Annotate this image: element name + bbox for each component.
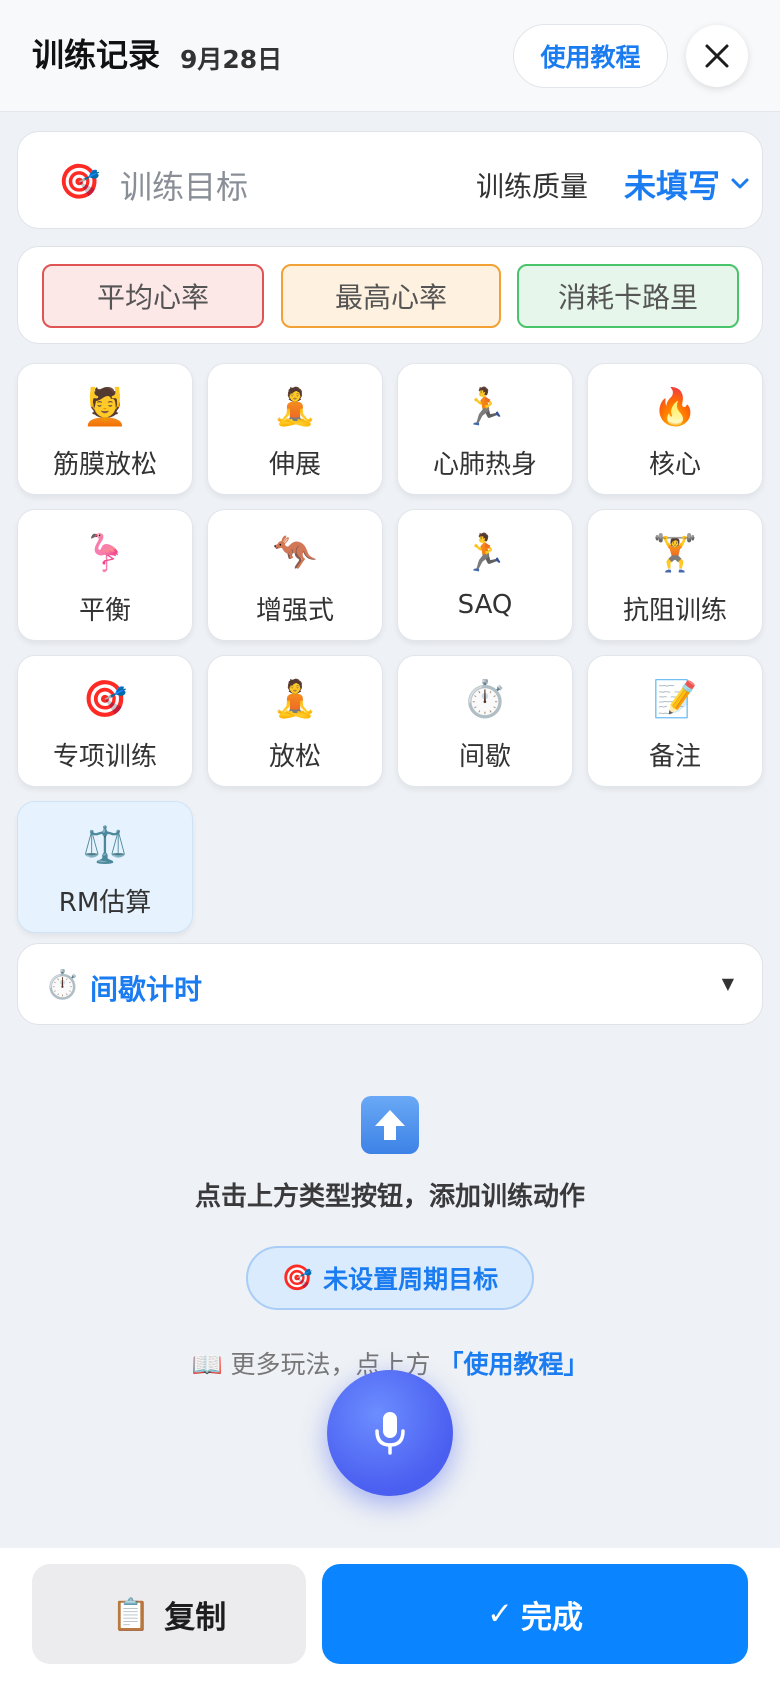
category-label: 核心 — [648, 450, 701, 480]
close-button[interactable] — [686, 25, 748, 87]
max-heart-rate-button[interactable]: 最高心率 — [281, 264, 501, 328]
interval-timer-label: 间歇计时 — [90, 973, 203, 1006]
category-label: SAQ — [457, 590, 513, 620]
copy-label: 复制 — [164, 1599, 227, 1636]
quality-select[interactable]: 未填写 — [624, 161, 750, 207]
tutorial-link[interactable]: 「使用教程」 — [439, 1350, 589, 1379]
category-label: 伸展 — [268, 450, 321, 480]
running-icon: 🏃 — [462, 533, 508, 574]
clipboard-icon: 📋 — [111, 1596, 151, 1633]
category-balance[interactable]: 🦩 平衡 — [17, 509, 193, 641]
category-core[interactable]: 🔥 核心 — [587, 363, 763, 495]
category-plyometric[interactable]: 🦘 增强式 — [207, 509, 383, 641]
avg-heart-rate-button[interactable]: 平均心率 — [42, 264, 264, 328]
category-label: 放松 — [268, 742, 321, 772]
cycle-goal-button[interactable]: 🎯 未设置周期目标 — [246, 1246, 534, 1310]
calories-button[interactable]: 消耗卡路里 — [517, 264, 739, 328]
done-button[interactable]: ✓ 完成 — [322, 1564, 748, 1664]
category-label: 筋膜放松 — [52, 450, 157, 480]
category-label: 间歇 — [458, 742, 511, 772]
category-specialized[interactable]: 🎯 专项训练 — [17, 655, 193, 787]
chevron-down-icon — [731, 178, 749, 189]
microphone-icon — [375, 1412, 405, 1455]
category-relax[interactable]: 🧘 放松 — [207, 655, 383, 787]
close-icon — [705, 44, 729, 68]
category-stretch[interactable]: 🧘 伸展 — [207, 363, 383, 495]
scale-icon: ⚖️ — [82, 825, 128, 866]
copy-button[interactable]: 📋 复制 — [32, 1564, 306, 1664]
cycle-goal-label: 未设置周期目标 — [323, 1265, 499, 1294]
category-label: 平衡 — [78, 596, 131, 626]
weightlifter-icon: 🏋️ — [652, 533, 698, 574]
caret-down-icon: ▼ — [721, 974, 734, 993]
quality-label: 训练质量 — [476, 170, 589, 203]
goal-card: 🎯 训练目标 训练质量 未填写 — [17, 131, 763, 229]
voice-input-button[interactable] — [327, 1370, 453, 1496]
stopwatch-icon: ⏱️ — [462, 679, 508, 720]
category-label: 专项训练 — [52, 742, 157, 772]
page-title: 训练记录 — [32, 36, 161, 74]
goal-input[interactable]: 训练目标 — [120, 162, 248, 208]
arrow-up-icon — [361, 1096, 419, 1154]
tutorial-button[interactable]: 使用教程 — [513, 24, 668, 88]
empty-hint: 点击上方类型按钮，添加训练动作 — [194, 1182, 585, 1212]
category-label: RM估算 — [58, 888, 152, 918]
fire-icon: 🔥 — [652, 387, 698, 428]
memo-icon: 📝 — [652, 679, 698, 720]
yoga-icon: 🧘 — [272, 387, 318, 428]
category-saq[interactable]: 🏃 SAQ — [397, 509, 573, 641]
category-label: 心肺热身 — [432, 450, 537, 480]
bottom-action-bar: 📋 复制 ✓ 完成 — [0, 1548, 780, 1688]
quality-value: 未填写 — [624, 167, 721, 205]
category-fascia-release[interactable]: 💆 筋膜放松 — [17, 363, 193, 495]
category-label: 增强式 — [255, 596, 334, 626]
yoga-icon: 🧘 — [272, 679, 318, 720]
massage-icon: 💆 — [82, 387, 128, 428]
target-icon: 🎯 — [281, 1263, 314, 1292]
checkmark-icon: ✓ — [487, 1596, 513, 1632]
category-interval[interactable]: ⏱️ 间歇 — [397, 655, 573, 787]
target-icon: 🎯 — [58, 162, 101, 202]
flamingo-icon: 🦩 — [82, 533, 128, 574]
date-label: 9月28日 — [180, 45, 283, 74]
done-label: 完成 — [520, 1599, 583, 1636]
kangaroo-icon: 🦘 — [272, 533, 318, 574]
book-icon: 📖 — [191, 1350, 223, 1379]
interval-timer-dropdown[interactable]: ⏱️ 间歇计时 ▼ — [17, 943, 763, 1025]
header-bar: 训练记录 9月28日 使用教程 — [0, 0, 780, 112]
category-cardio-warmup[interactable]: 🏃 心肺热身 — [397, 363, 573, 495]
running-icon: 🏃 — [462, 387, 508, 428]
category-notes[interactable]: 📝 备注 — [587, 655, 763, 787]
category-label: 备注 — [648, 742, 701, 772]
stopwatch-icon: ⏱️ — [45, 968, 80, 1001]
target-icon: 🎯 — [82, 679, 128, 720]
category-rm-estimate[interactable]: ⚖️ RM估算 — [17, 801, 193, 933]
category-label: 抗阻训练 — [622, 596, 727, 626]
metrics-card: 平均心率 最高心率 消耗卡路里 — [17, 246, 763, 344]
category-resistance[interactable]: 🏋️ 抗阻训练 — [587, 509, 763, 641]
